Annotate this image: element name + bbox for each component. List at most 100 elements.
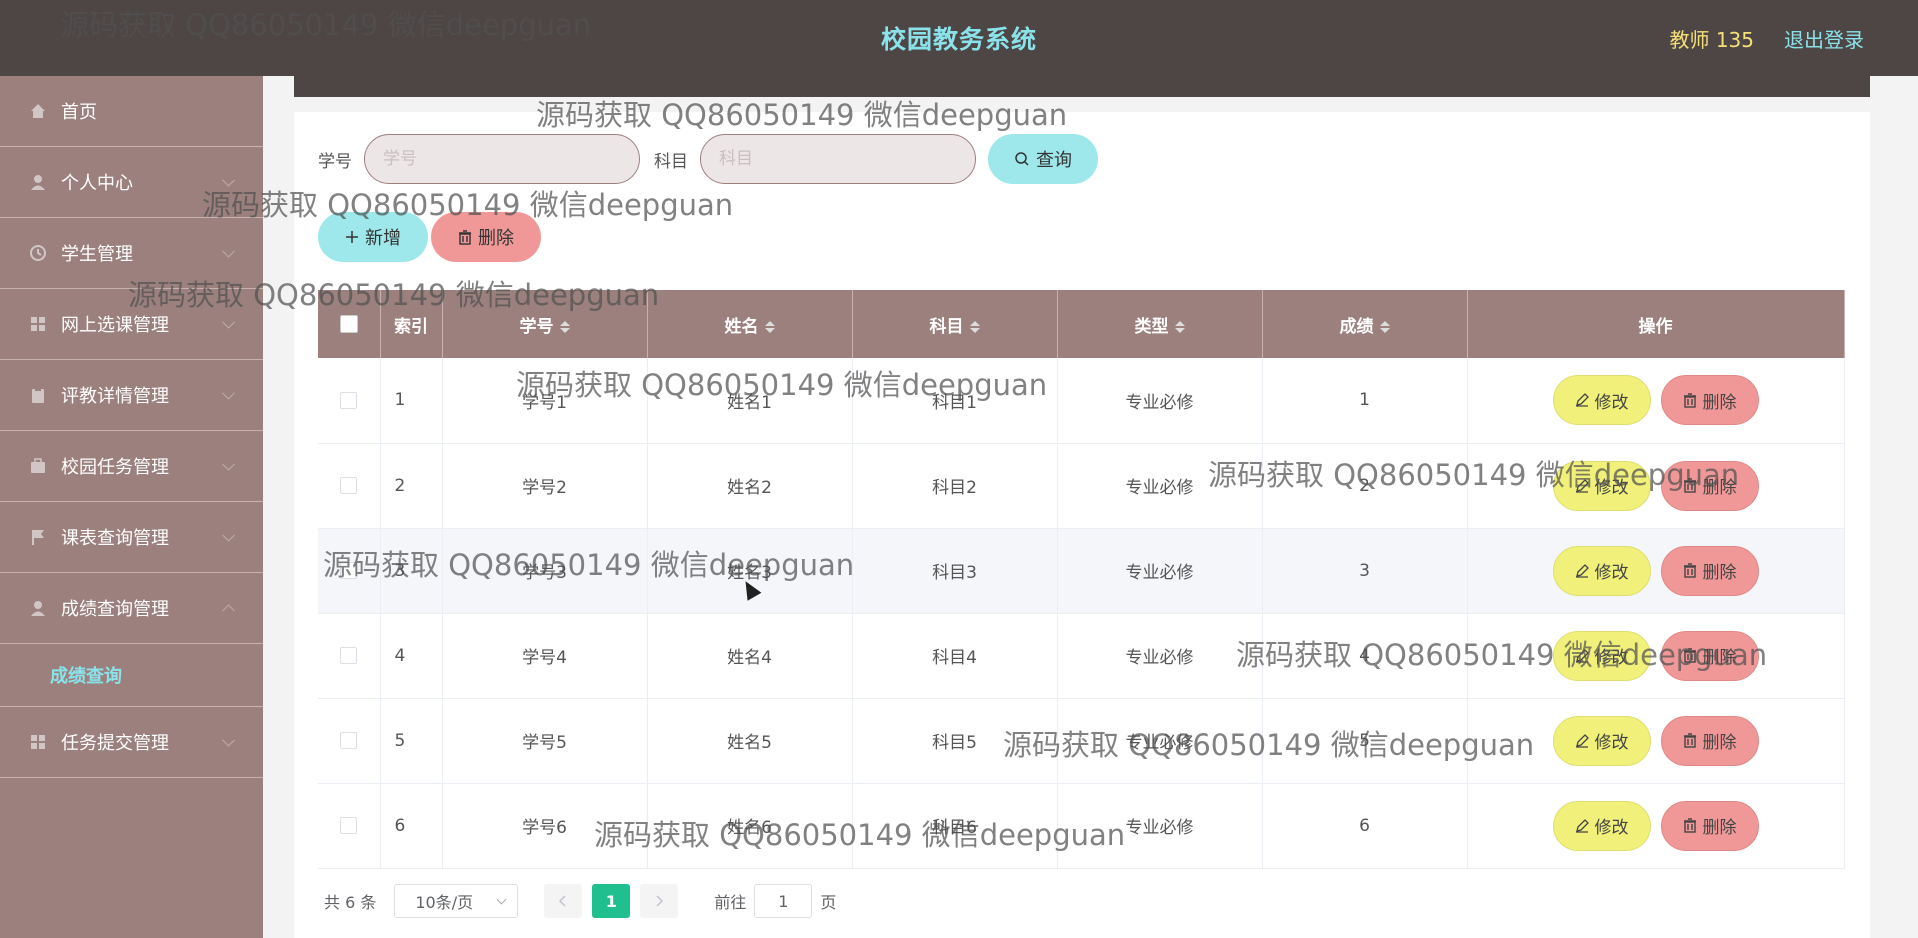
sort-icon[interactable] (1379, 320, 1390, 333)
cell-index: 5 (380, 698, 443, 784)
query-button[interactable]: 查询 (988, 134, 1098, 184)
cell-index: 6 (380, 783, 443, 869)
edit-button[interactable]: 修改 (1552, 630, 1651, 681)
column-header-subject[interactable]: 科目 (852, 290, 1058, 358)
student-id-input[interactable] (364, 134, 640, 184)
sidebar-item-label: 课表查询管理 (61, 528, 169, 549)
goto-page: 前往 页 (714, 884, 836, 918)
sidebar-item-campus-tasks[interactable]: 校园任务管理 (0, 431, 263, 502)
column-header-score[interactable]: 成绩 (1262, 290, 1468, 358)
sort-icon[interactable] (764, 320, 775, 333)
column-header-name[interactable]: 姓名 (647, 290, 853, 358)
row-select-cell[interactable] (318, 698, 381, 784)
row-select-cell[interactable] (318, 783, 381, 869)
cell-score: 3 (1262, 528, 1468, 614)
row-delete-button[interactable]: 删除 (1660, 800, 1759, 851)
table-row[interactable]: 6 学号6 姓名6 科目6 专业必修 6 修改 删除 (318, 783, 1845, 869)
add-button[interactable]: 新增 (318, 212, 428, 262)
cell-score: 6 (1262, 783, 1468, 869)
row-select-cell[interactable] (318, 613, 381, 699)
logout-link[interactable]: 退出登录 (1784, 24, 1864, 53)
row-checkbox[interactable] (340, 817, 358, 834)
edit-button[interactable]: 修改 (1552, 715, 1651, 766)
sidebar-item-label: 个人中心 (61, 173, 133, 194)
sidebar-item-label: 评教详情管理 (61, 386, 169, 407)
edit-button[interactable]: 修改 (1552, 545, 1651, 596)
batch-delete-label: 删除 (478, 228, 514, 249)
table-row[interactable]: 3 学号3 姓名3 科目3 专业必修 3 修改 删除 (318, 528, 1845, 614)
column-header-index: 索引 (380, 290, 443, 358)
edit-icon (1575, 478, 1589, 493)
page-number-current[interactable]: 1 (592, 884, 631, 918)
row-select-cell[interactable] (318, 528, 381, 614)
add-button-label: 新增 (365, 228, 401, 249)
subject-input[interactable] (700, 134, 976, 184)
sidebar-item-course-selection[interactable]: 网上选课管理 (0, 289, 263, 360)
cell-student-id: 学号5 (442, 698, 648, 784)
sort-icon[interactable] (969, 320, 980, 333)
column-header-student-id[interactable]: 学号 (442, 290, 648, 358)
row-checkbox[interactable] (340, 477, 358, 494)
select-all-checkbox[interactable] (339, 315, 358, 333)
row-delete-button[interactable]: 删除 (1660, 715, 1759, 766)
goto-page-input[interactable] (754, 884, 813, 918)
table-row[interactable]: 5 学号5 姓名5 科目5 专业必修 5 修改 删除 (318, 698, 1845, 784)
grades-table: 索引 学号 姓名 科目 类型 成绩 操作 1 学号1 姓名1 科目1 专业必修 1 修改 删除… (318, 290, 1845, 869)
sort-icon[interactable] (1174, 320, 1185, 333)
column-header-type[interactable]: 类型 (1057, 290, 1263, 358)
edit-button[interactable]: 修改 (1552, 375, 1651, 426)
row-delete-button[interactable]: 删除 (1660, 545, 1759, 596)
prev-page-button[interactable] (544, 884, 583, 918)
grid-icon (28, 732, 48, 752)
cell-type: 专业必修 (1057, 613, 1263, 699)
cell-index: 3 (380, 528, 443, 614)
sidebar-item-timetable[interactable]: 课表查询管理 (0, 502, 263, 573)
column-header-actions: 操作 (1467, 290, 1845, 358)
sort-icon[interactable] (559, 320, 570, 333)
sidebar-item-grades[interactable]: 成绩查询管理 (0, 573, 263, 644)
batch-delete-button[interactable]: 删除 (431, 212, 541, 262)
sidebar-item-home[interactable]: 首页 (0, 76, 263, 147)
table-row[interactable]: 4 学号4 姓名4 科目4 专业必修 4 修改 删除 (318, 613, 1845, 699)
row-checkbox[interactable] (340, 562, 358, 579)
sidebar-item-label: 校园任务管理 (61, 457, 169, 478)
page-size-value: 10条/页 (415, 893, 474, 912)
edit-button[interactable]: 修改 (1552, 460, 1651, 511)
cell-type: 专业必修 (1057, 443, 1263, 529)
sidebar-item-teaching-evaluation[interactable]: 评教详情管理 (0, 360, 263, 431)
chevron-down-icon (222, 244, 235, 258)
cell-subject: 科目4 (852, 613, 1058, 699)
table-header-row: 索引 学号 姓名 科目 类型 成绩 操作 (318, 290, 1845, 358)
row-select-cell[interactable] (318, 443, 381, 529)
sidebar-item-task-submission[interactable]: 任务提交管理 (0, 707, 263, 778)
user-icon (28, 598, 48, 618)
submenu-item-grade-query[interactable]: 成绩查询 (0, 644, 263, 707)
edit-button[interactable]: 修改 (1552, 800, 1651, 851)
row-delete-button[interactable]: 删除 (1660, 630, 1759, 681)
cell-name: 姓名2 (647, 443, 853, 529)
edit-button-label: 修改 (1594, 563, 1629, 583)
select-all-header[interactable] (318, 290, 381, 358)
trash-icon (1683, 478, 1696, 493)
row-checkbox[interactable] (340, 647, 358, 664)
page-size-select[interactable]: 10条/页 (394, 884, 519, 918)
trash-icon (1683, 648, 1696, 663)
cell-subject: 科目5 (852, 698, 1058, 784)
next-page-button[interactable] (640, 884, 679, 918)
sidebar-item-profile[interactable]: 个人中心 (0, 147, 263, 218)
row-delete-button[interactable]: 删除 (1660, 375, 1759, 426)
cell-student-id: 学号6 (442, 783, 648, 869)
cell-student-id: 学号2 (442, 443, 648, 529)
table-row[interactable]: 1 学号1 姓名1 科目1 专业必修 1 修改 删除 (318, 358, 1845, 444)
cell-index: 4 (380, 613, 443, 699)
cell-name: 姓名1 (647, 358, 853, 444)
row-checkbox[interactable] (340, 391, 358, 409)
row-delete-button[interactable]: 删除 (1660, 460, 1759, 511)
row-checkbox[interactable] (340, 732, 358, 749)
table-row[interactable]: 2 学号2 姓名2 科目2 专业必修 2 修改 删除 (318, 443, 1845, 529)
grid-icon (28, 314, 48, 334)
sidebar-item-label: 任务提交管理 (61, 733, 169, 754)
sidebar-item-label: 网上选课管理 (61, 315, 169, 336)
row-select-cell[interactable] (318, 358, 381, 444)
sidebar-item-students[interactable]: 学生管理 (0, 218, 263, 289)
